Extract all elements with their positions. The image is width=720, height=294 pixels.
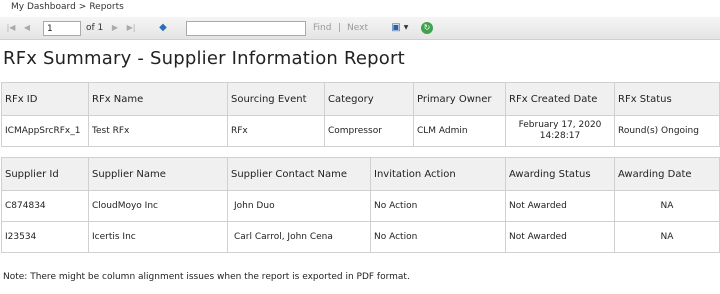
invitation-action-cell: No Action [370,190,506,222]
supplier-table-header: Supplier Id Supplier Name Supplier Conta… [1,157,720,191]
back-to-parent-icon[interactable]: ◆ [158,23,168,33]
awarding-date-cell: NA [614,190,720,222]
rfx-table: RFx ID RFx Name Sourcing Event Category … [1,82,720,147]
column-header: Supplier Contact Name [227,157,371,191]
column-header: Supplier Name [88,157,228,191]
find-text-input[interactable] [186,21,306,36]
supplier-table: Supplier Id Supplier Name Supplier Conta… [1,157,720,253]
export-note: Note: There might be column alignment is… [3,272,410,282]
rfx-id-cell: ICMAppSrcRFx_1 [1,115,89,147]
export-save-icon[interactable]: ▣ [391,23,401,33]
column-header: Category [324,82,414,116]
supplier-contact-cell: Carl Carrol, John Cena [227,221,371,253]
invitation-action-cell: No Action [370,221,506,253]
first-page-icon[interactable]: |◀ [6,23,16,33]
column-header: Supplier Id [1,157,89,191]
created-time: 14:28:17 [539,131,581,141]
awarding-date-cell: NA [614,221,720,253]
supplier-name-cell: Icertis Inc [88,221,228,253]
rfx-status-cell: Round(s) Ongoing [614,115,720,147]
created-date: February 17, 2020 [518,120,602,130]
awarding-status-cell: Not Awarded [505,190,615,222]
column-header: Sourcing Event [227,82,325,116]
column-header: Invitation Action [370,157,506,191]
next-button[interactable]: Next [347,22,368,34]
table-row: ICMAppSrcRFx_1 Test RFx RFx Compressor C… [1,115,720,147]
column-header: RFx Status [614,82,720,116]
export-dropdown-chevron-icon[interactable]: ▼ [403,23,409,33]
sourcing-event-cell: RFx [227,115,325,147]
supplier-name-cell: CloudMoyo Inc [88,190,228,222]
created-date-cell: February 17, 2020 14:28:17 [505,115,615,147]
breadcrumb: My Dashboard > Reports [11,1,127,14]
rfx-table-header: RFx ID RFx Name Sourcing Event Category … [1,82,720,116]
supplier-id-cell: I23534 [1,221,89,253]
primary-owner-cell: CLM Admin [413,115,506,147]
find-button[interactable]: Find [313,22,331,34]
column-header: RFx Name [88,82,228,116]
previous-page-icon[interactable]: ◀ [22,23,32,33]
rfx-name-cell: Test RFx [88,115,228,147]
column-header: Awarding Date [614,157,720,191]
column-header: Primary Owner [413,82,506,116]
supplier-id-cell: C874834 [1,190,89,222]
next-page-icon[interactable]: ▶ [110,23,120,33]
page-count-label: of 1 [86,23,104,33]
find-separator: | [338,23,342,33]
column-header: RFx Created Date [505,82,615,116]
column-header: Awarding Status [505,157,615,191]
breadcrumb-home-link[interactable]: My Dashboard [11,2,76,12]
last-page-icon[interactable]: ▶| [126,23,136,33]
category-cell: Compressor [324,115,414,147]
column-header: RFx ID [1,82,89,116]
breadcrumb-current: Reports [89,2,124,12]
supplier-contact-cell: John Duo [227,190,371,222]
page-title: RFx Summary - Supplier Information Repor… [3,48,405,69]
awarding-status-cell: Not Awarded [505,221,615,253]
report-toolbar: |◀ ◀ of 1 ▶ ▶| ◆ Find | Next ▣ ▼ ↻ [0,17,720,40]
table-row: C874834 CloudMoyo Inc John Duo No Action… [1,190,720,222]
table-row: I23534 Icertis Inc Carl Carrol, John Cen… [1,221,720,253]
page-number-input[interactable] [43,21,81,36]
refresh-icon[interactable]: ↻ [421,22,433,34]
breadcrumb-separator: > [78,2,87,12]
